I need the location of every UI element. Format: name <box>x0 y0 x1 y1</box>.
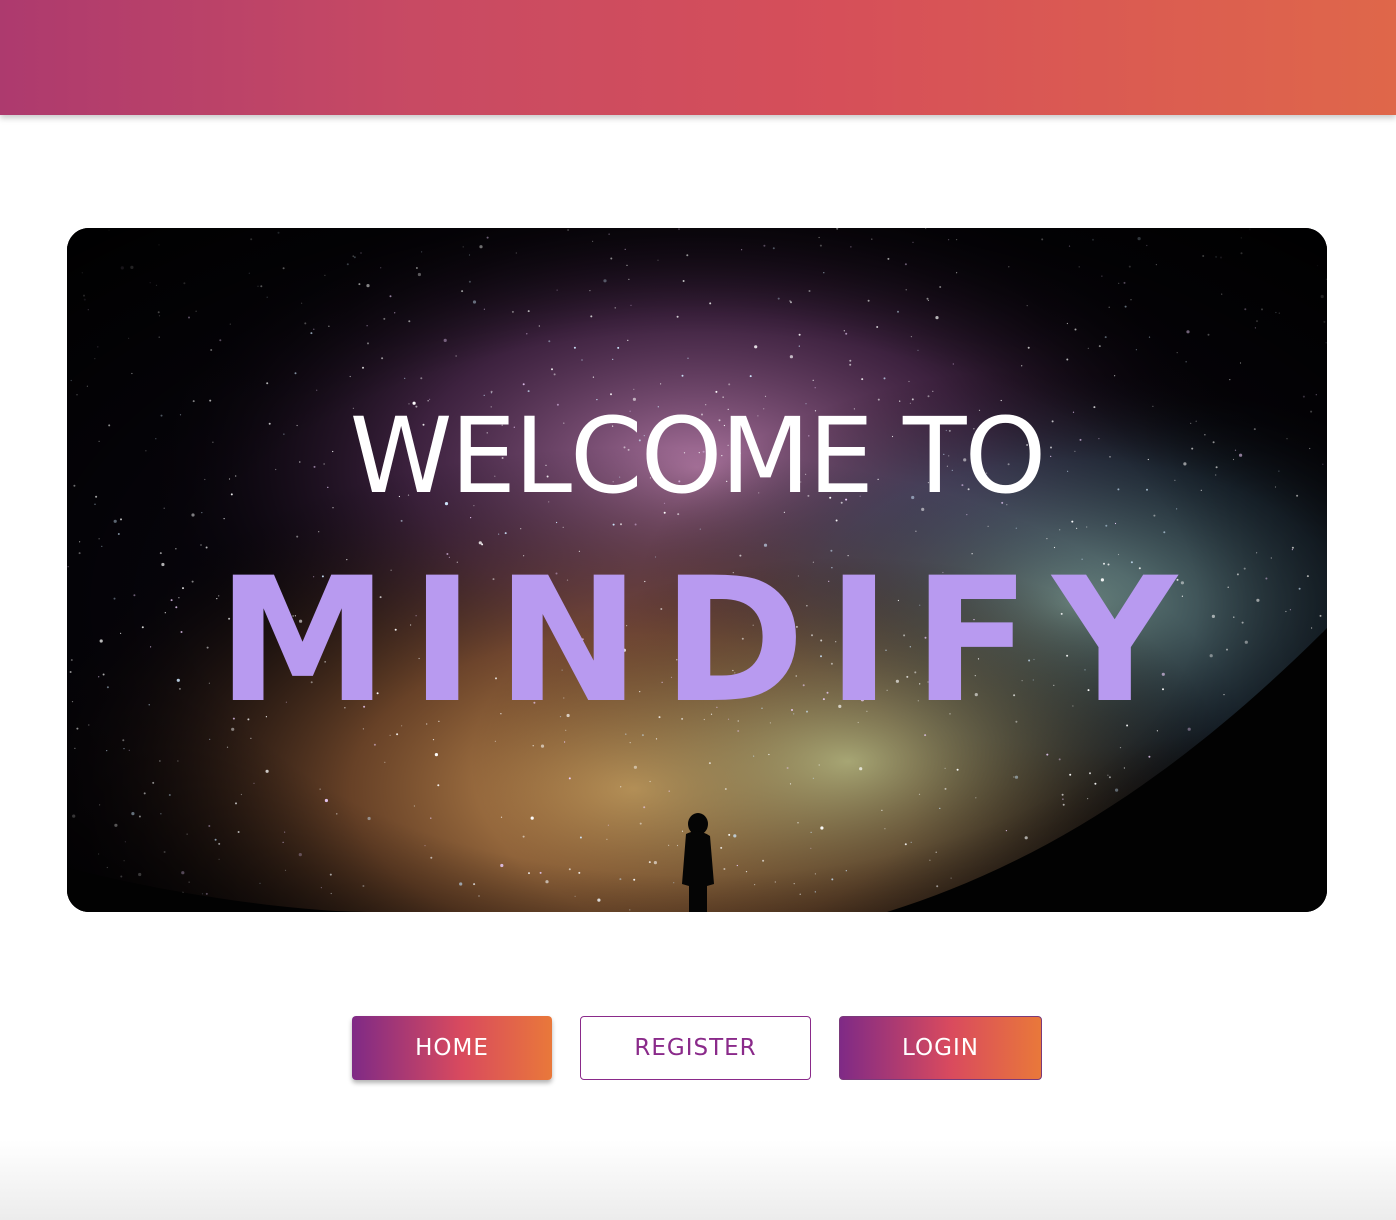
bottom-shadow <box>0 1140 1396 1220</box>
welcome-heading: WELCOME TO <box>349 395 1047 517</box>
login-button[interactable]: LOGIN <box>839 1016 1042 1080</box>
top-app-bar <box>0 0 1396 115</box>
home-button[interactable]: HOME <box>352 1016 552 1080</box>
hero-banner: WELCOME TO MINDIFY <box>67 228 1327 912</box>
register-button[interactable]: REGISTER <box>580 1016 811 1080</box>
brand-title: MINDIFY <box>217 540 1199 741</box>
